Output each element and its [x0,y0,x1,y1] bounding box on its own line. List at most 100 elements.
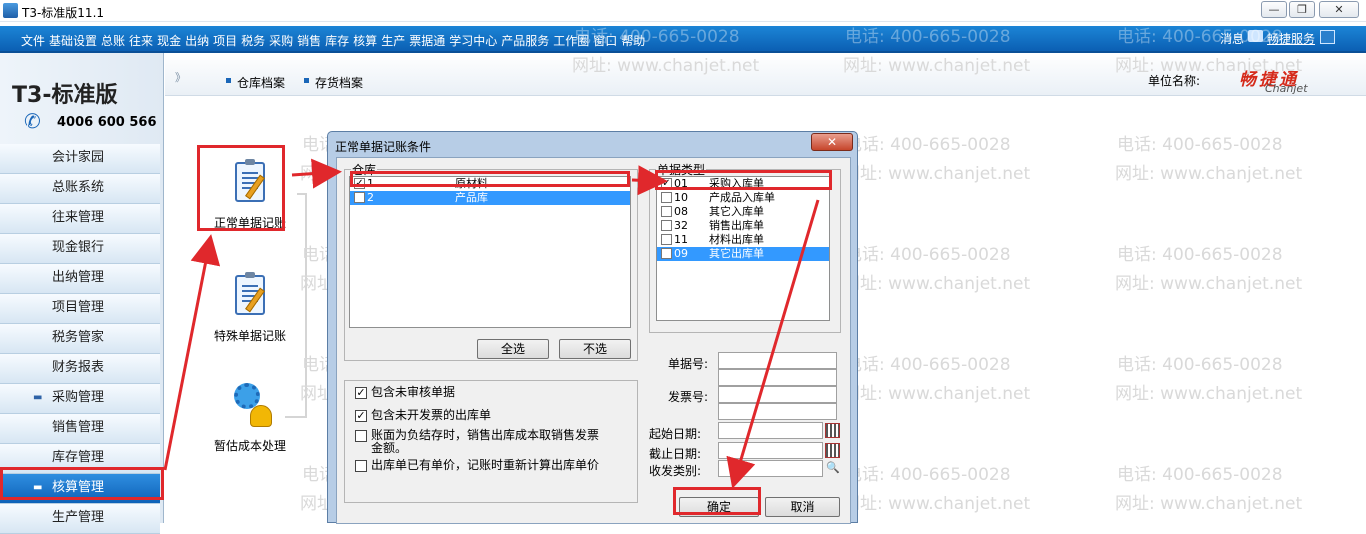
func-label: 暂估成本处理 [213,439,286,453]
invoice-no-input[interactable] [718,386,837,403]
row-checkbox[interactable] [661,206,672,217]
func-provisional-cost[interactable]: 暂估成本处理 [202,381,298,454]
sidebar-item-label: 项目管理 [52,300,105,315]
menu-item[interactable]: 销售 [295,32,323,49]
link-bullet-icon [226,78,231,83]
menu-item[interactable]: 库存 [323,32,351,49]
menu-item[interactable]: 税务 [239,32,267,49]
doc-no-input-2[interactable] [718,369,837,386]
title-bar: T3-标准版11.1 — ❐ ✕ [0,0,1366,22]
warehouse-list[interactable]: ✓ 1 原材料 2 产品库 [349,176,631,328]
sidebar: T3-标准版 ✆ 4006 600 566 会计家园 总账系统 往来管理 现金银行 出纳… [0,53,164,534]
row-checkbox[interactable] [661,234,672,245]
search-icon[interactable]: 🔍 [825,461,841,476]
dialog-close-button[interactable]: ✕ [811,133,853,151]
menu-item[interactable]: 出纳 [183,32,211,49]
row-checkbox[interactable] [661,192,672,203]
sidebar-item[interactable]: 会计家园 [0,144,160,174]
row-code: 09 [674,247,688,260]
watermark-site: 网址: www.chanjet.net [572,56,760,76]
menu-item[interactable]: 项目 [211,32,239,49]
watermark-site: 网址: www.chanjet.net [1115,494,1303,514]
start-date-label: 起始日期: [649,427,702,441]
brand-logo-en: Chanjet [1265,82,1308,95]
menu-item[interactable]: 总账 [99,32,127,49]
list-row[interactable]: 32 销售出库单 [657,219,829,233]
annotation-box-warehouse [350,171,630,187]
sidebar-item[interactable]: 往来管理 [0,204,160,234]
watermark-phone: 电话: 400-665-0028 [1117,245,1283,265]
calendar-icon[interactable] [825,443,840,458]
doc-no-label: 单据号: [668,357,709,371]
expand-icon[interactable]: 》 [175,69,186,85]
sidebar-item[interactable]: 生产管理 [0,504,160,534]
row-code: 11 [674,233,688,246]
minimize-button[interactable]: — [1261,1,1287,18]
link-bullet-icon [304,78,309,83]
start-date-input[interactable] [718,422,823,439]
row-checkbox[interactable] [354,192,365,203]
checkbox[interactable] [355,430,367,442]
cancel-button[interactable]: 取消 [765,497,840,517]
list-row[interactable]: 11 材料出库单 [657,233,829,247]
watermark-site: 网址: www.chanjet.net [1115,164,1303,184]
menu-item[interactable]: 学习中心 [447,32,499,49]
sidebar-item[interactable]: 现金银行 [0,234,160,264]
menu-item[interactable]: 文件 [19,32,47,49]
menu-items: 文件 基础设置 总账 往来 现金 出纳 项目 税务 采购 销售 库存 核算 生产 票据通 学习中心 产品服务工… [19,32,647,49]
category-input[interactable] [718,460,823,477]
option-label: 包含未开发票的出库单 [371,408,492,422]
clipboard-pen-icon [226,271,274,319]
chang-service-icon[interactable] [1320,30,1335,44]
sidebar-item[interactable]: 销售管理 [0,414,160,444]
func-label: 特殊单据记账 [213,329,286,343]
link-warehouse-archive[interactable]: 仓库档案 [237,74,285,91]
watermark-site: 网址: www.chanjet.net [843,164,1031,184]
menu-item[interactable]: 采购 [267,32,295,49]
watermark-site: 网址: www.chanjet.net [843,56,1031,76]
func-special-posting[interactable]: 特殊单据记账 [202,271,298,344]
sidebar-item[interactable]: 出纳管理 [0,264,160,294]
list-row[interactable]: 08 其它入库单 [657,205,829,219]
select-all-button[interactable]: 全选 [477,339,549,359]
close-window-button[interactable]: ✕ [1319,1,1359,18]
calendar-icon[interactable] [825,423,840,438]
menu-item[interactable]: 票据通 [407,32,447,49]
sidebar-item[interactable]: 财务报表 [0,354,160,384]
dialog-title: 正常单据记账条件 [335,140,432,154]
doc-no-input[interactable] [718,352,837,369]
watermark-phone: 电话: 400-665-0028 [845,355,1011,375]
sidebar-item[interactable]: 项目管理 [0,294,160,324]
watermark-phone: 电话: 400-665-0028 [1117,27,1283,47]
list-row[interactable]: 2 产品库 [350,191,630,205]
row-checkbox[interactable] [661,220,672,231]
row-checkbox[interactable] [661,248,672,259]
dialog-body: 仓库 ✓ 1 原材料 2 产品库 全选 不选 单据类型 ✓ 01 采购入库单 10 产成品入库单… [336,157,851,524]
menu-item[interactable]: 核算 [351,32,379,49]
sidebar-item[interactable]: 总账系统 [0,174,160,204]
select-none-button[interactable]: 不选 [559,339,631,359]
end-date-input[interactable] [718,442,823,459]
row-name: 产成品入库单 [709,191,775,204]
list-row[interactable]: 09 其它出库单 [657,247,829,261]
menu-item[interactable]: 往来 [127,32,155,49]
link-inventory-archive[interactable]: 存货档案 [315,74,363,91]
doc-type-list[interactable]: ✓ 01 采购入库单 10 产成品入库单 08 其它入库单 32 销售出库单 11 材料出库单 09 其… [656,176,830,321]
menu-item[interactable]: 现金 [155,32,183,49]
checkbox[interactable]: ✓ [355,387,367,399]
menu-item[interactable]: 生产 [379,32,407,49]
sidebar-item-label: 往来管理 [52,210,105,225]
sidebar-item[interactable]: ▬ 采购管理 [0,384,160,414]
menu-item[interactable]: 基础设置 [47,32,99,49]
menu-item[interactable]: 产品服务 [499,32,551,49]
row-name: 其它入库单 [709,205,764,218]
category-label: 收发类别: [649,464,702,478]
checkbox[interactable] [355,460,367,472]
checkbox[interactable]: ✓ [355,410,367,422]
watermark-site: 网址: www.chanjet.net [1115,384,1303,404]
list-row[interactable]: 10 产成品入库单 [657,191,829,205]
watermark-site: 网址: www.chanjet.net [1115,56,1303,76]
invoice-no-input-2[interactable] [718,403,837,420]
restore-button[interactable]: ❐ [1289,1,1315,18]
sidebar-item[interactable]: 税务管家 [0,324,160,354]
